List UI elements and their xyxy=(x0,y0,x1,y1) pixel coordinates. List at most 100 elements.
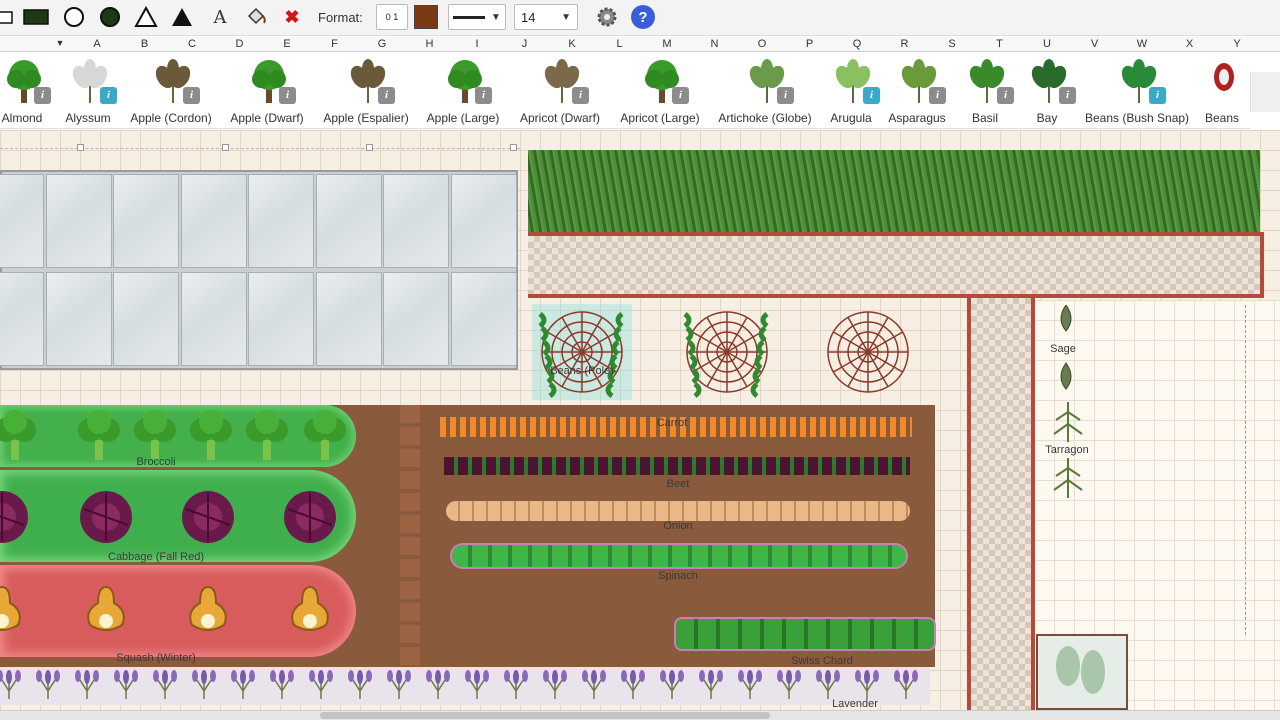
lavender-plant[interactable] xyxy=(267,669,297,706)
lavender-plant[interactable] xyxy=(189,669,219,706)
text-icon[interactable]: A xyxy=(206,4,234,30)
lavender-plant[interactable] xyxy=(228,669,258,706)
ruler-column-m: M xyxy=(662,38,672,50)
filled-circle-icon[interactable] xyxy=(96,4,124,30)
selection-handle[interactable] xyxy=(510,144,517,151)
info-icon[interactable]: i xyxy=(997,87,1014,104)
broccoli-plant[interactable] xyxy=(72,410,126,467)
cabbage-plant[interactable] xyxy=(282,489,338,550)
info-icon[interactable]: i xyxy=(378,87,395,104)
selection-handle[interactable] xyxy=(77,144,84,151)
lavender-icon xyxy=(465,670,489,699)
library-item-label: Alyssum xyxy=(65,111,111,125)
scrollbar-thumb[interactable] xyxy=(320,712,770,719)
lavender-plant[interactable] xyxy=(462,669,492,706)
squash-plant[interactable] xyxy=(282,581,338,642)
info-icon[interactable]: i xyxy=(863,87,880,104)
squash-icon xyxy=(87,585,125,631)
broccoli-plant[interactable] xyxy=(184,410,238,467)
library-item-label: Almond xyxy=(1,111,43,125)
info-icon[interactable]: i xyxy=(34,87,51,104)
triangle-icon[interactable] xyxy=(132,4,160,30)
carrot-label: Carrot xyxy=(656,417,688,429)
ruler-column-s: S xyxy=(948,38,956,50)
trellis-vine[interactable] xyxy=(677,304,777,400)
left-garden-bed[interactable] xyxy=(0,405,420,667)
lavender-plant[interactable] xyxy=(618,669,648,706)
info-icon[interactable]: i xyxy=(100,87,117,104)
info-icon[interactable]: i xyxy=(672,87,689,104)
filled-triangle-icon[interactable] xyxy=(168,4,196,30)
toolbar: A ✖ Format: 0 1 ▼ 14 ▼ ? xyxy=(0,0,1280,36)
lavender-plant[interactable] xyxy=(384,669,414,706)
raised-box[interactable] xyxy=(1036,634,1128,710)
lavender-plant[interactable] xyxy=(33,669,63,706)
lavender-plant[interactable] xyxy=(306,669,336,706)
lavender-plant[interactable] xyxy=(657,669,687,706)
cabbage-plant[interactable] xyxy=(180,489,236,550)
broccoli-plant[interactable] xyxy=(298,410,352,467)
squash-plant[interactable] xyxy=(180,581,236,642)
info-icon[interactable]: i xyxy=(279,87,296,104)
swiss-chard-label: Swiss Chard xyxy=(791,655,853,667)
line-style-icon[interactable]: ▼ xyxy=(448,4,506,30)
squash-plant[interactable] xyxy=(78,581,134,642)
lavender-plant[interactable] xyxy=(891,669,921,706)
color-swatch-icon[interactable] xyxy=(414,4,438,30)
onion-row[interactable] xyxy=(446,501,910,521)
font-size-select[interactable]: 14 ▼ xyxy=(514,4,578,30)
info-icon[interactable]: i xyxy=(1059,87,1076,104)
lavender-plant[interactable] xyxy=(540,669,570,706)
greenhouse[interactable] xyxy=(0,170,518,370)
lavender-plant[interactable] xyxy=(735,669,765,706)
lavender-plant[interactable] xyxy=(501,669,531,706)
lavender-plant[interactable] xyxy=(774,669,804,706)
lawn-area[interactable] xyxy=(528,150,1260,232)
swiss-chard-row[interactable] xyxy=(676,619,934,649)
lavender-plant[interactable] xyxy=(423,669,453,706)
right-garden-bed[interactable] xyxy=(420,405,935,667)
lavender-plant[interactable] xyxy=(579,669,609,706)
lavender-plant[interactable] xyxy=(150,669,180,706)
circle-icon[interactable] xyxy=(60,4,88,30)
broccoli-plant[interactable] xyxy=(240,410,294,467)
trellis-empty[interactable] xyxy=(818,304,918,400)
info-icon[interactable]: i xyxy=(183,87,200,104)
lavender-plant[interactable] xyxy=(696,669,726,706)
garden-canvas[interactable]: Beans (Pole) Sage Tarragon Broccoli Cabb… xyxy=(0,130,1280,710)
info-icon[interactable]: i xyxy=(777,87,794,104)
ruler-scale-icon[interactable]: 0 1 xyxy=(376,4,408,30)
selection-handle[interactable] xyxy=(222,144,229,151)
tiled-path-horizontal[interactable] xyxy=(528,232,1264,298)
library-scroll-button[interactable] xyxy=(1250,72,1280,112)
lavender-row[interactable] xyxy=(0,667,930,705)
rectangle-icon[interactable] xyxy=(0,4,18,30)
settings-gear-icon[interactable] xyxy=(593,4,621,30)
info-icon[interactable]: i xyxy=(572,87,589,104)
delete-icon[interactable]: ✖ xyxy=(278,4,306,30)
library-item-label: Beans (Bush Snap) xyxy=(1084,111,1190,125)
beet-row[interactable] xyxy=(444,457,910,475)
info-icon[interactable]: i xyxy=(1149,87,1166,104)
lavender-plant[interactable] xyxy=(0,669,24,706)
lavender-plant[interactable] xyxy=(111,669,141,706)
cabbage-plant[interactable] xyxy=(78,489,134,550)
paint-bucket-icon[interactable] xyxy=(242,4,270,30)
squash-plant[interactable] xyxy=(0,581,30,642)
lavender-plant[interactable] xyxy=(72,669,102,706)
tiled-path-vertical[interactable] xyxy=(967,298,1035,710)
filled-rectangle-icon[interactable] xyxy=(22,4,50,30)
ruler-column-j: J xyxy=(521,38,528,50)
trellis-beans-pole[interactable] xyxy=(532,304,632,400)
help-icon[interactable]: ? xyxy=(629,4,657,30)
lavender-plant[interactable] xyxy=(345,669,375,706)
lavender-icon xyxy=(153,670,177,699)
spinach-row[interactable] xyxy=(452,545,906,567)
info-icon[interactable]: i xyxy=(929,87,946,104)
library-item-label: Arugula xyxy=(830,111,872,125)
selection-handle[interactable] xyxy=(366,144,373,151)
info-icon[interactable]: i xyxy=(475,87,492,104)
horizontal-scrollbar[interactable] xyxy=(0,710,1280,720)
cabbage-plant[interactable] xyxy=(0,489,30,550)
broccoli-plant[interactable] xyxy=(0,410,42,467)
